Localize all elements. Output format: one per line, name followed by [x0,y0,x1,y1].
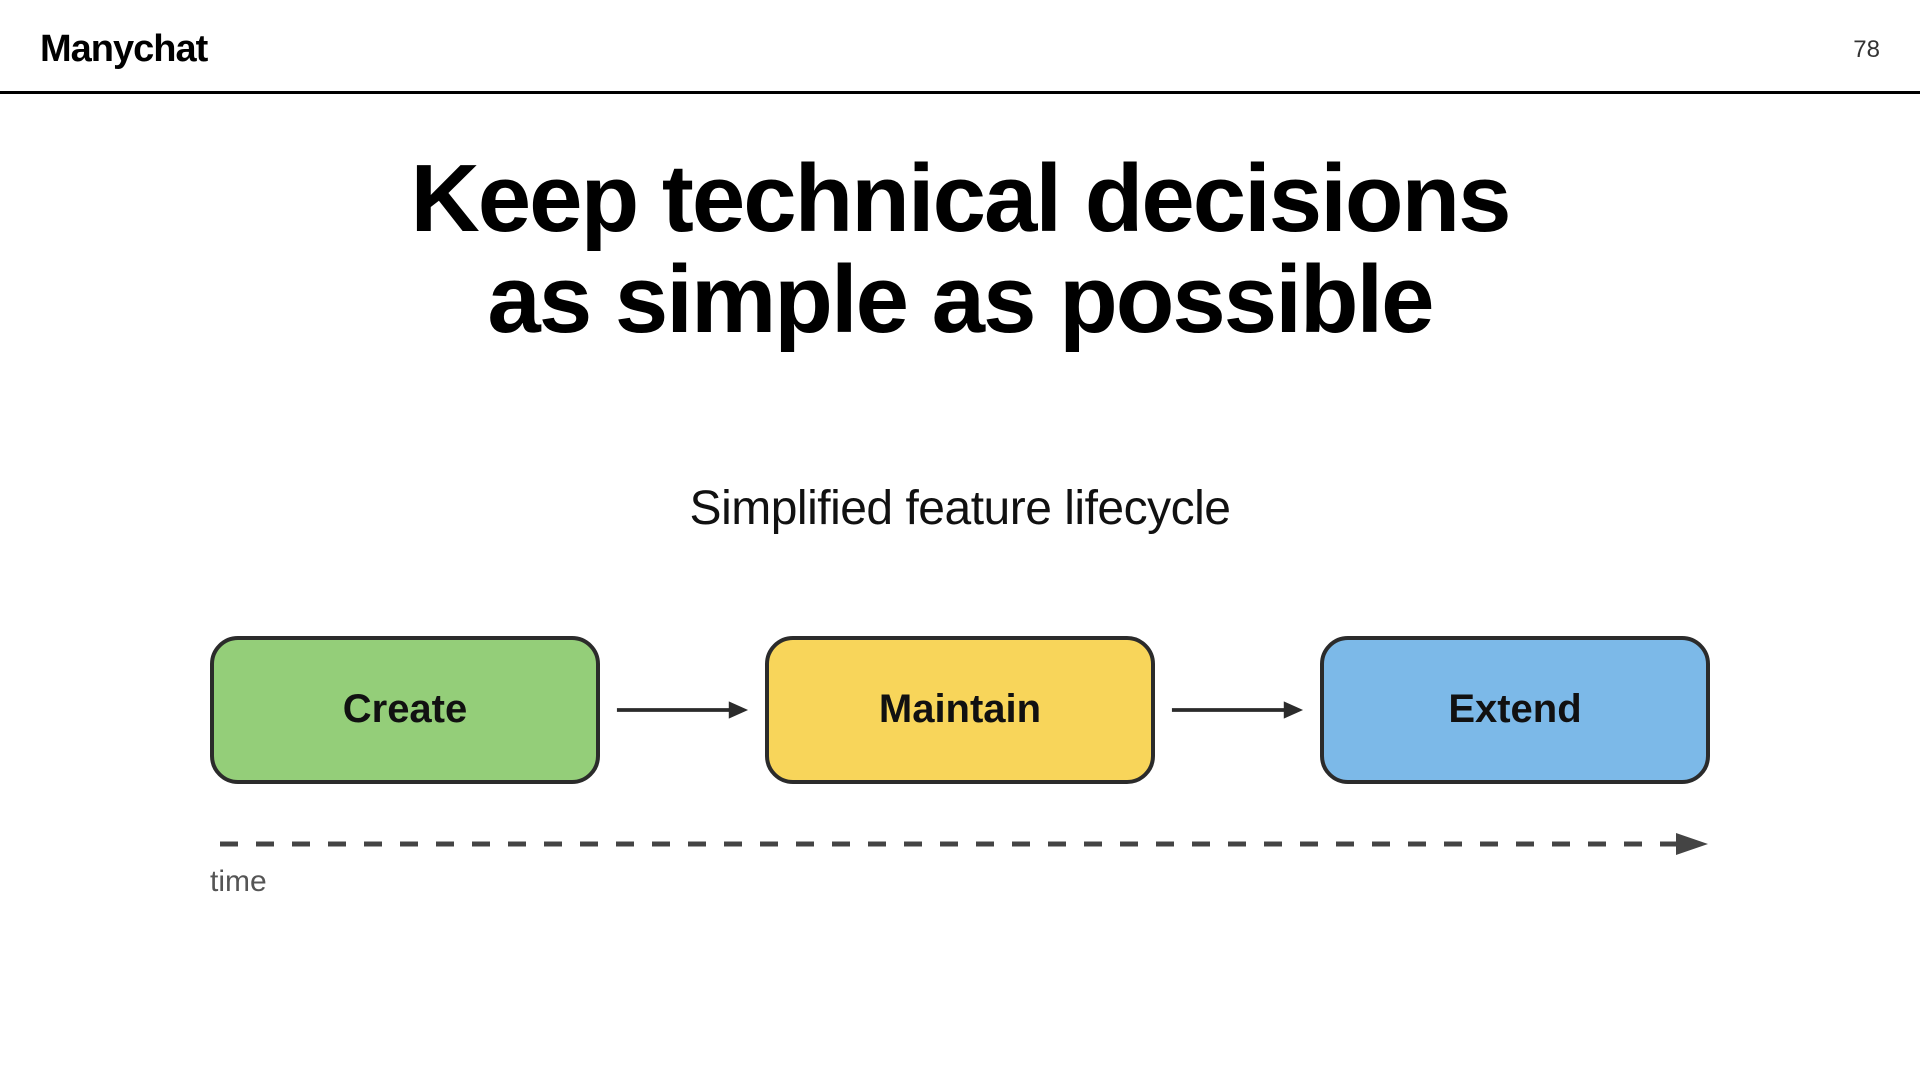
lifecycle-box-maintain: Maintain [765,636,1155,784]
time-axis: time [210,829,1710,899]
time-axis-arrow-icon [210,829,1710,859]
slide-header: Manychat 78 [0,0,1920,94]
arrow-icon [615,695,750,725]
title-line-1: Keep technical decisions [410,145,1509,252]
title-line-2: as simple as possible [487,246,1432,353]
lifecycle-box-create: Create [210,636,600,784]
arrow-icon [1170,695,1305,725]
arrow-maintain-to-extend [1155,695,1320,725]
page-number: 78 [1853,36,1880,64]
lifecycle-box-extend: Extend [1320,636,1710,784]
slide-title: Keep technical decisions as simple as po… [0,149,1920,351]
lifecycle-row: Create Maintain Extend [210,636,1710,784]
lifecycle-diagram: Create Maintain Extend time [210,636,1710,899]
brand-logo: Manychat [40,28,207,71]
slide-subtitle: Simplified feature lifecycle [0,481,1920,536]
arrow-create-to-maintain [600,695,765,725]
time-axis-label: time [210,865,1710,899]
